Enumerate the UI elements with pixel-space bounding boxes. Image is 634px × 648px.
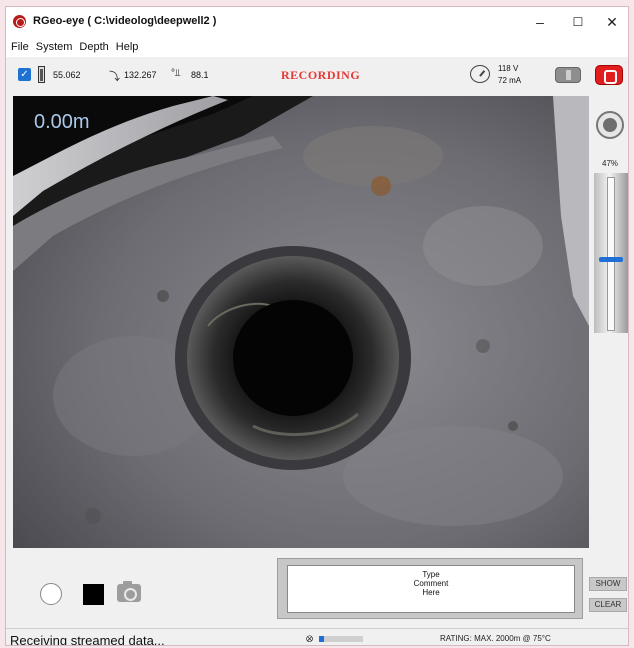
camera-video-feed[interactable]: 0.00m — [13, 96, 589, 548]
compass-icon: ⤵ — [109, 71, 120, 83]
clear-button[interactable]: CLEAR — [589, 598, 627, 612]
borehole-image — [13, 96, 589, 548]
enable-checkbox[interactable]: ✓ — [18, 68, 31, 81]
menu-help[interactable]: Help — [116, 41, 139, 53]
record-toggle[interactable] — [595, 65, 623, 85]
status-message: Receiving streamed data... — [10, 633, 165, 646]
power-readout: 118 V 72 mA — [498, 63, 521, 87]
app-logo-icon — [13, 15, 26, 28]
brightness-slider-thumb[interactable] — [599, 256, 623, 262]
current-value: 72 mA — [498, 76, 522, 85]
gauge-icon — [470, 65, 490, 83]
status-bar: Receiving streamed data... ⭙ RATING: MAX… — [6, 628, 628, 646]
stream-progress-fill — [319, 636, 325, 642]
title-bar: RGeo-eye ( C:\videolog\deepwell2 ) – ☐ ✕ — [6, 7, 628, 37]
heading-reading: 132.267 — [124, 70, 157, 80]
menu-bar: File System Depth Help — [6, 37, 628, 57]
window-title: RGeo-eye ( C:\videolog\deepwell2 ) — [33, 15, 217, 27]
camera-icon[interactable] — [117, 581, 141, 602]
comment-input[interactable] — [287, 565, 575, 613]
light-toggle[interactable] — [555, 67, 581, 83]
stop-button[interactable] — [83, 584, 104, 605]
menu-system[interactable]: System — [36, 41, 73, 53]
slider-percent-label: 47% — [602, 159, 619, 168]
battery-reading: 55.062 — [53, 70, 81, 80]
circle-record-button[interactable] — [40, 583, 62, 605]
bottom-controls: SHOW CLEAR — [6, 548, 628, 628]
plug-icon: ⭙ — [306, 634, 314, 644]
record-button[interactable] — [596, 111, 624, 139]
app-window: RGeo-eye ( C:\videolog\deepwell2 ) – ☐ ✕… — [5, 6, 629, 646]
battery-icon — [38, 66, 45, 83]
stream-progress — [319, 636, 363, 642]
depth-overlay: 0.00m — [34, 111, 90, 133]
recording-status: RECORDING — [281, 68, 361, 82]
inclination-reading: 88.1 — [191, 70, 209, 80]
telemetry-toolbar: ✓ 55.062 ⤵ 132.267 °⫫ 88.1 RECORDING 118… — [6, 57, 628, 95]
menu-depth[interactable]: Depth — [79, 41, 108, 53]
inclination-icon: °⫫ — [171, 68, 181, 79]
menu-file[interactable]: File — [11, 41, 29, 53]
close-button[interactable]: ✕ — [590, 7, 628, 37]
rating-label: RATING: MAX. 2000m @ 75°C — [440, 634, 551, 643]
comment-frame — [277, 558, 583, 619]
voltage-value: 118 V — [498, 64, 519, 73]
brightness-slider-groove — [607, 177, 615, 331]
show-button[interactable]: SHOW — [589, 577, 627, 591]
